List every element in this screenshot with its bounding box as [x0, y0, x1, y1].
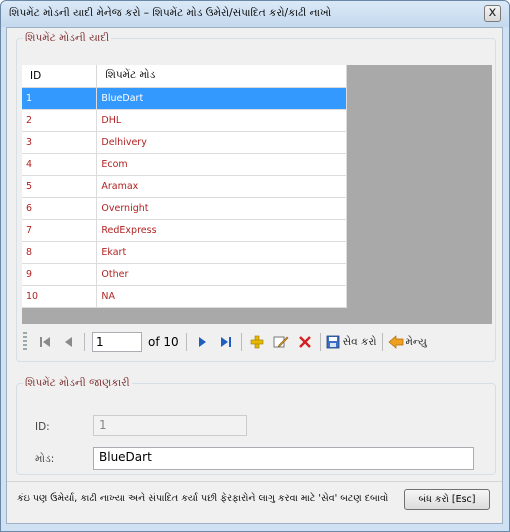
column-header-id[interactable]: ID: [22, 65, 98, 88]
footer-divider: [7, 481, 502, 482]
row-mode[interactable]: Aramax: [96, 175, 347, 198]
id-label: ID:: [35, 421, 50, 433]
list-group-legend: શિપમેંટ મોડની યાદી: [25, 32, 110, 44]
row-id[interactable]: 4: [22, 153, 98, 176]
mode-field[interactable]: BlueDart: [93, 447, 474, 470]
details-group-legend: શિપમેંટ મોડની જાણકારી: [25, 377, 130, 389]
move-previous-icon: [65, 337, 72, 347]
row-id[interactable]: 3: [22, 131, 98, 154]
shipment-mode-table: ID શિપમેંટ મોડ 1 BlueDart 2 DHL 3 Delhivery…: [22, 65, 347, 308]
close-button[interactable]: બંધ કરો [Esc]: [404, 489, 490, 510]
table-row[interactable]: 7 RedExpress: [22, 219, 347, 242]
edit-button[interactable]: [271, 331, 291, 353]
move-next-button[interactable]: [192, 331, 212, 353]
mode-label: મોડ:: [35, 453, 55, 465]
window: શિપમેંટ મોડની યાદી મેનેજ કરો – શિપમેંટ મ…: [0, 0, 510, 532]
delete-button[interactable]: [295, 331, 315, 353]
row-id[interactable]: 6: [22, 197, 98, 220]
table-row[interactable]: 10 NA: [22, 285, 347, 308]
floppy-disk-icon: [326, 335, 340, 349]
delete-x-icon: [298, 336, 311, 348]
row-id[interactable]: 9: [22, 263, 98, 286]
row-mode[interactable]: Ecom: [96, 153, 347, 176]
table-row[interactable]: 6 Overnight: [22, 197, 347, 220]
id-field[interactable]: 1: [93, 415, 247, 436]
save-button[interactable]: સેવ કરો: [326, 331, 377, 353]
table-row[interactable]: 9 Other: [22, 263, 347, 286]
row-mode[interactable]: BlueDart: [96, 87, 347, 110]
toolbar-separator: [185, 333, 187, 351]
row-id[interactable]: 5: [22, 175, 98, 198]
menu-label: મેન્યુ: [405, 335, 427, 348]
row-mode[interactable]: NA: [96, 285, 347, 308]
row-id[interactable]: 7: [22, 219, 98, 242]
binding-navigator: 1 of 10 સેવ કરો મેન્યુ: [21, 328, 493, 356]
move-first-button[interactable]: [35, 331, 55, 353]
row-mode[interactable]: Overnight: [96, 197, 347, 220]
table-row[interactable]: 5 Aramax: [22, 175, 347, 198]
toolbar-separator: [319, 333, 321, 351]
close-icon: x: [488, 5, 497, 20]
row-id[interactable]: 2: [22, 109, 98, 132]
table-row[interactable]: 2 DHL: [22, 109, 347, 132]
move-previous-button[interactable]: [59, 331, 79, 353]
shipment-mode-list-group: શિપમેંટ મોડની યાદી ID શિપમેંટ મોડ 1 BlueD…: [16, 32, 496, 362]
menu-button[interactable]: મેન્યુ: [387, 331, 427, 353]
row-id[interactable]: 8: [22, 241, 98, 264]
footer-hint: કંઇ પણ ઉમેર્યા, કાઢી નાખ્યા અને સંપાદિત …: [17, 493, 389, 504]
title-bar[interactable]: શિપમેંટ મોડની યાદી મેનેજ કરો – શિપમેંટ મ…: [1, 1, 509, 27]
save-label: સેવ કરો: [342, 335, 377, 348]
window-title: શિપમેંટ મોડની યાદી મેનેજ કરો – શિપમેંટ મ…: [9, 7, 332, 19]
column-header-mode[interactable]: શિપમેંટ મોડ: [96, 65, 347, 88]
row-mode[interactable]: RedExpress: [96, 219, 347, 242]
shipment-mode-details-group: શિપમેંટ મોડની જાણકારી ID: 1 મોડ: BlueDar…: [16, 377, 496, 475]
plus-icon: [250, 335, 263, 349]
toolbar-separator: [84, 333, 85, 351]
row-mode[interactable]: Ekart: [96, 241, 347, 264]
row-mode[interactable]: Other: [96, 263, 347, 286]
edit-pencil-icon: [273, 336, 289, 348]
move-last-icon: [220, 337, 231, 347]
move-first-icon: [40, 337, 50, 347]
move-next-icon: [198, 337, 206, 347]
toolbar-separator: [381, 333, 383, 351]
table-row[interactable]: 4 Ecom: [22, 153, 347, 176]
window-close-button[interactable]: x: [484, 5, 501, 22]
table-row[interactable]: 3 Delhivery: [22, 131, 347, 154]
row-mode[interactable]: Delhivery: [96, 131, 347, 154]
shipment-mode-grid[interactable]: ID શિપમેંટ મોડ 1 BlueDart 2 DHL 3 Delhivery…: [22, 65, 492, 324]
position-input[interactable]: 1: [92, 332, 142, 352]
table-row[interactable]: 1 BlueDart: [22, 87, 347, 110]
row-mode[interactable]: DHL: [96, 109, 347, 132]
toolbar-grip[interactable]: [23, 332, 27, 352]
row-id[interactable]: 1: [22, 87, 98, 110]
toolbar-separator: [240, 333, 242, 351]
client-area: શિપમેંટ મોડની યાદી ID શિપમેંટ મોડ 1 BlueD…: [6, 27, 503, 524]
count-label: of 10: [148, 335, 179, 349]
add-new-button[interactable]: [247, 331, 267, 353]
move-last-button[interactable]: [216, 331, 236, 353]
row-id[interactable]: 10: [22, 285, 98, 308]
table-row[interactable]: 8 Ekart: [22, 241, 347, 264]
back-arrow-icon: [387, 335, 403, 349]
table-header-row: ID શિપમેંટ મોડ: [22, 65, 347, 88]
